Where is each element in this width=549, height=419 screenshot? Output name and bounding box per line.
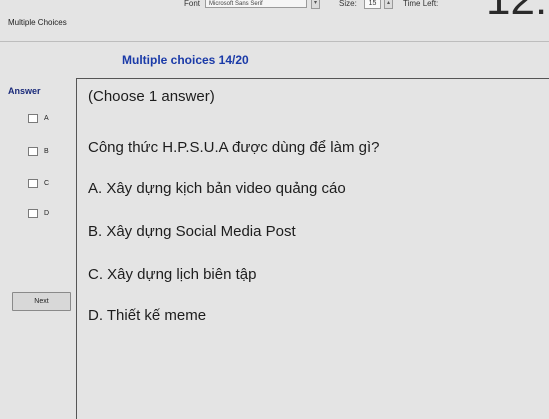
font-label: Font <box>184 0 201 8</box>
choice-b: B. Xây dựng Social Media Post <box>88 223 296 240</box>
question-text: Công thức H.P.S.U.A được dùng để làm gì? <box>88 139 380 156</box>
option-letter: C <box>44 180 50 187</box>
font-select[interactable]: Microsoft Sans Serif <box>205 0 307 8</box>
checkbox[interactable] <box>28 147 38 156</box>
divider <box>76 78 77 419</box>
option-letter: B <box>44 148 49 155</box>
divider <box>76 78 549 79</box>
checkbox[interactable] <box>28 209 38 218</box>
size-label: Size: <box>339 0 357 8</box>
question-instruction: (Choose 1 answer) <box>88 88 215 105</box>
answer-label: Answer <box>8 86 41 96</box>
answer-option-a[interactable]: A <box>28 114 49 123</box>
font-dropdown-icon[interactable]: ▾ <box>311 0 320 9</box>
time-left-label: Time Left: <box>403 0 439 8</box>
divider <box>0 41 549 42</box>
answer-option-d[interactable]: D <box>28 209 49 218</box>
choice-a: A. Xây dựng kịch bản video quảng cáo <box>88 180 346 197</box>
next-button[interactable]: Next <box>12 292 71 311</box>
toolbar: Font Microsoft Sans Serif ▾ Size: 15 ▴ T… <box>0 0 549 22</box>
choice-c: C. Xây dựng lịch biên tập <box>88 266 257 283</box>
time-left-value: 12: <box>486 0 547 22</box>
window-title: Multiple Choices <box>8 18 67 27</box>
page-title: Multiple choices 14/20 <box>122 53 249 67</box>
checkbox[interactable] <box>28 179 38 188</box>
answer-option-c[interactable]: C <box>28 179 49 188</box>
choice-d: D. Thiết kế meme <box>88 307 207 324</box>
option-letter: D <box>44 210 50 217</box>
answer-option-b[interactable]: B <box>28 147 49 156</box>
size-stepper-icon[interactable]: ▴ <box>384 0 393 9</box>
size-input[interactable]: 15 <box>364 0 381 9</box>
checkbox[interactable] <box>28 114 38 123</box>
option-letter: A <box>44 115 49 122</box>
